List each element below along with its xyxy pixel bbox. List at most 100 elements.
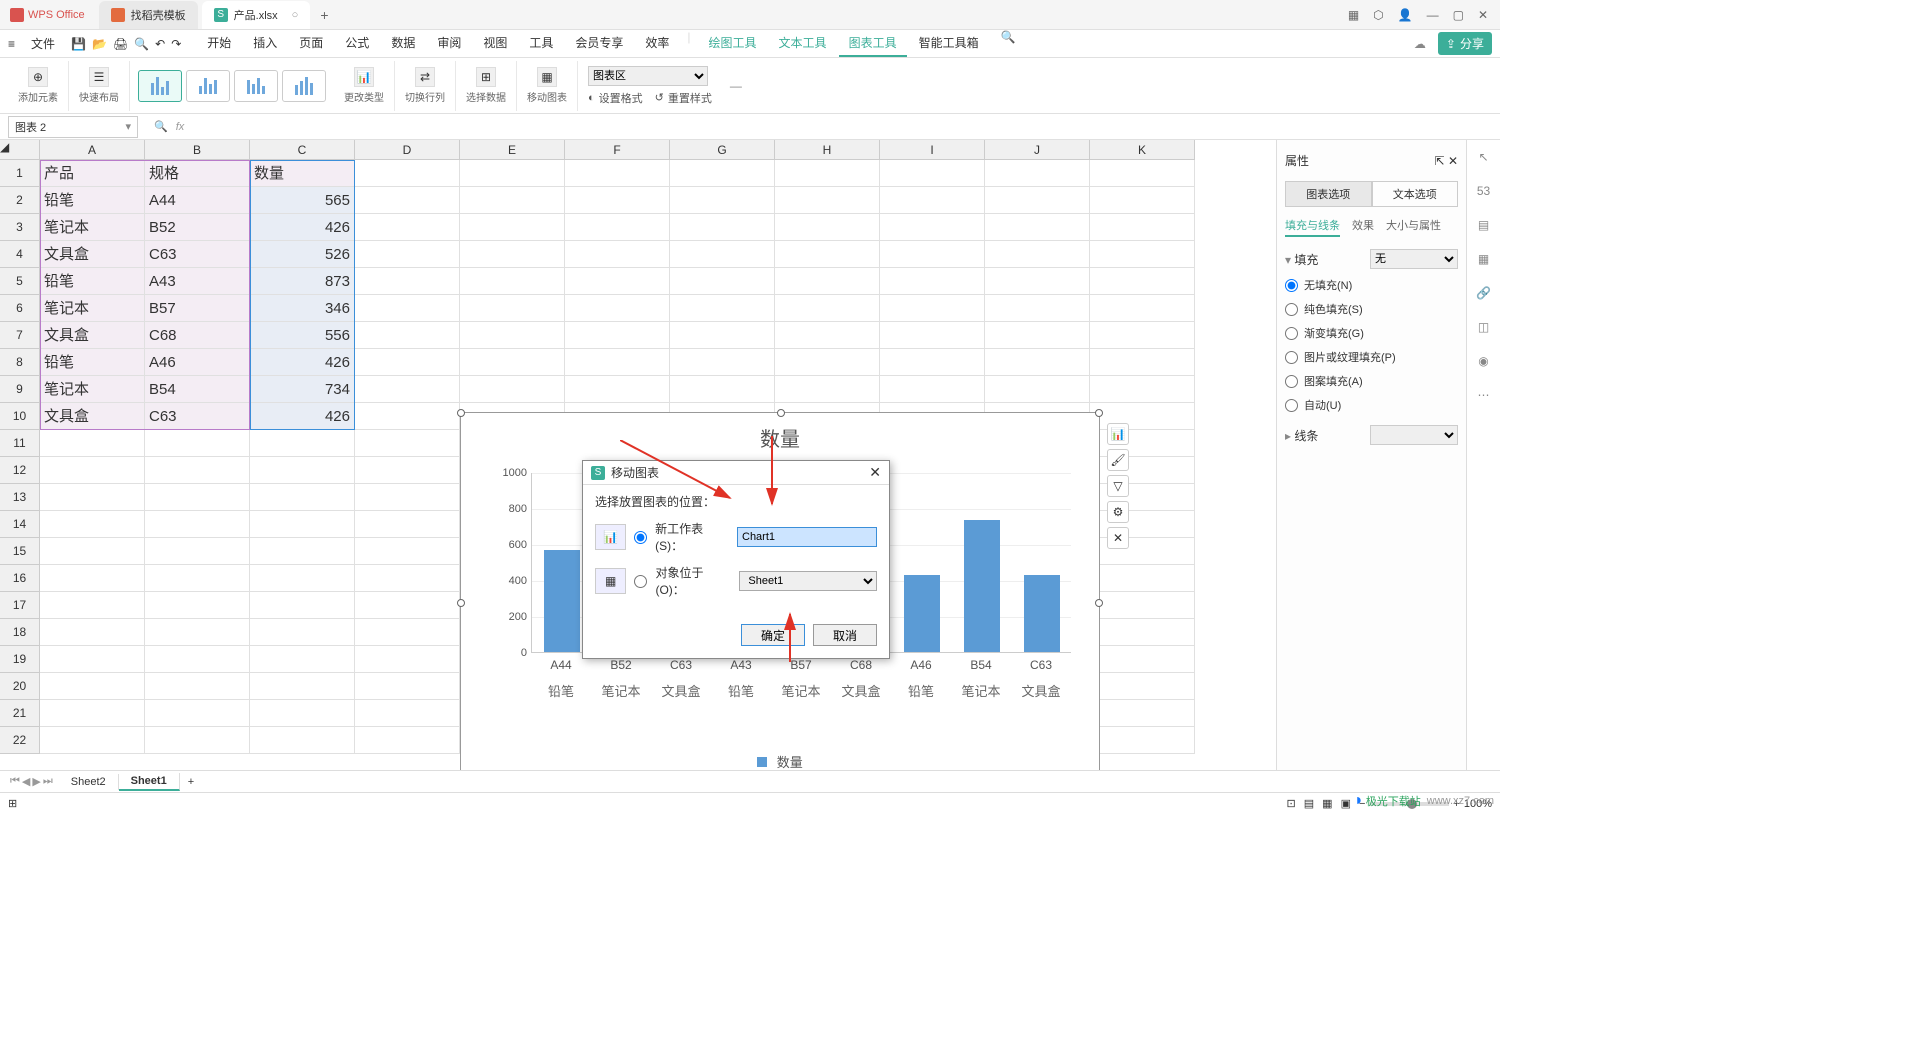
row-header[interactable]: 7 xyxy=(0,322,40,349)
fx-icon[interactable]: fx xyxy=(176,121,185,133)
cell[interactable] xyxy=(985,214,1090,241)
cell[interactable] xyxy=(145,538,250,565)
chart-type-1[interactable] xyxy=(138,70,182,102)
cell[interactable] xyxy=(1090,592,1195,619)
print-icon[interactable]: 🖨 xyxy=(113,37,128,51)
panel-fill-select[interactable]: 无 xyxy=(1370,249,1458,269)
cell[interactable] xyxy=(145,457,250,484)
cell[interactable] xyxy=(1090,511,1195,538)
cell[interactable] xyxy=(250,484,355,511)
cell[interactable] xyxy=(460,349,565,376)
chart-handle[interactable] xyxy=(1095,599,1103,607)
cell[interactable] xyxy=(880,241,985,268)
cell[interactable] xyxy=(775,187,880,214)
cell[interactable] xyxy=(355,484,460,511)
name-box-dropdown-icon[interactable]: ▾ xyxy=(125,120,131,133)
cell[interactable] xyxy=(145,592,250,619)
menu-start[interactable]: 开始 xyxy=(197,30,241,57)
strip-image-icon[interactable]: ◫ xyxy=(1475,318,1493,336)
chart-bar[interactable] xyxy=(964,520,1000,652)
menu-file[interactable]: 文件 xyxy=(21,31,65,56)
panel-tab-text-options[interactable]: 文本选项 xyxy=(1372,181,1459,207)
cell[interactable]: 426 xyxy=(250,214,355,241)
sheet-tab-sheet2[interactable]: Sheet2 xyxy=(59,774,119,790)
panel-fill-radio[interactable] xyxy=(1285,279,1298,292)
sheet-last-icon[interactable]: ⏭ xyxy=(43,775,53,788)
cell[interactable] xyxy=(460,322,565,349)
chart-type-2[interactable] xyxy=(186,70,230,102)
user-avatar-icon[interactable]: 👤 xyxy=(1398,8,1413,22)
cube-icon[interactable]: ⬡ xyxy=(1373,8,1383,22)
row-header[interactable]: 15 xyxy=(0,538,40,565)
name-box[interactable]: 图表 2 ▾ xyxy=(8,116,138,138)
status-view-icon4[interactable]: ▣ xyxy=(1341,797,1351,810)
cell[interactable]: 873 xyxy=(250,268,355,295)
tab-template[interactable]: 找稻壳模板 xyxy=(99,1,198,29)
panel-fill-radio[interactable] xyxy=(1285,399,1298,412)
row-header[interactable]: 3 xyxy=(0,214,40,241)
zoom-slider[interactable] xyxy=(1369,802,1449,806)
object-in-select[interactable]: Sheet1 xyxy=(739,571,877,591)
chart-handle[interactable] xyxy=(1095,409,1103,417)
panel-line-select[interactable] xyxy=(1370,425,1458,445)
cell[interactable] xyxy=(355,187,460,214)
cell[interactable] xyxy=(880,160,985,187)
cell[interactable] xyxy=(355,403,460,430)
panel-fill-option[interactable]: 图片或纹理填充(P) xyxy=(1285,349,1458,365)
cell[interactable] xyxy=(880,295,985,322)
redo-icon[interactable]: ↷ xyxy=(171,37,181,51)
spreadsheet-grid[interactable]: ◢ ABCDEFGHIJK 12345678910111213141516171… xyxy=(0,140,1276,770)
row-header[interactable]: 17 xyxy=(0,592,40,619)
ribbon-select-data[interactable]: ⊞ 选择数据 xyxy=(456,61,517,111)
cell[interactable]: 文具盒 xyxy=(40,403,145,430)
panel-pin-icon[interactable]: ⇱ xyxy=(1435,154,1445,168)
cell[interactable] xyxy=(985,241,1090,268)
col-header[interactable]: H xyxy=(775,140,880,160)
cell[interactable] xyxy=(565,322,670,349)
row-header[interactable]: 16 xyxy=(0,565,40,592)
cell[interactable]: 笔记本 xyxy=(40,295,145,322)
cell[interactable] xyxy=(670,268,775,295)
cell[interactable] xyxy=(670,241,775,268)
cell[interactable] xyxy=(355,376,460,403)
ribbon-quick-layout[interactable]: ☰ 快速布局 xyxy=(69,61,130,111)
cell[interactable] xyxy=(355,700,460,727)
cell[interactable] xyxy=(355,268,460,295)
row-header[interactable]: 2 xyxy=(0,187,40,214)
cell[interactable] xyxy=(145,511,250,538)
cell[interactable] xyxy=(460,160,565,187)
col-header[interactable]: B xyxy=(145,140,250,160)
sheet-first-icon[interactable]: ⏮ xyxy=(10,775,20,788)
cell[interactable] xyxy=(40,673,145,700)
status-view-icon1[interactable]: ⊡ xyxy=(1287,797,1296,810)
row-header[interactable]: 4 xyxy=(0,241,40,268)
cell[interactable]: 426 xyxy=(250,349,355,376)
cell[interactable]: 346 xyxy=(250,295,355,322)
row-header[interactable]: 5 xyxy=(0,268,40,295)
cell[interactable]: C63 xyxy=(145,241,250,268)
cell[interactable] xyxy=(565,376,670,403)
cell[interactable] xyxy=(775,349,880,376)
cell[interactable] xyxy=(40,430,145,457)
strip-style-icon[interactable]: 53 xyxy=(1475,182,1493,200)
cell[interactable]: C63 xyxy=(145,403,250,430)
chart-bar[interactable] xyxy=(904,575,940,652)
cell[interactable] xyxy=(985,160,1090,187)
cell[interactable] xyxy=(1090,241,1195,268)
cloud-sync-icon[interactable]: ☁ xyxy=(1414,37,1426,51)
col-header[interactable]: I xyxy=(880,140,985,160)
cell[interactable]: 565 xyxy=(250,187,355,214)
cell[interactable] xyxy=(1090,673,1195,700)
cell[interactable] xyxy=(250,565,355,592)
cell[interactable] xyxy=(145,484,250,511)
menu-tools[interactable]: 工具 xyxy=(519,30,563,57)
cell[interactable]: 规格 xyxy=(145,160,250,187)
cell[interactable] xyxy=(1090,268,1195,295)
zoom-in-icon[interactable]: + xyxy=(1453,798,1459,810)
col-header[interactable]: K xyxy=(1090,140,1195,160)
cell[interactable] xyxy=(355,511,460,538)
cell[interactable] xyxy=(985,187,1090,214)
cell[interactable] xyxy=(460,241,565,268)
strip-pointer-icon[interactable]: ↖ xyxy=(1475,148,1493,166)
cell[interactable]: 铅笔 xyxy=(40,268,145,295)
